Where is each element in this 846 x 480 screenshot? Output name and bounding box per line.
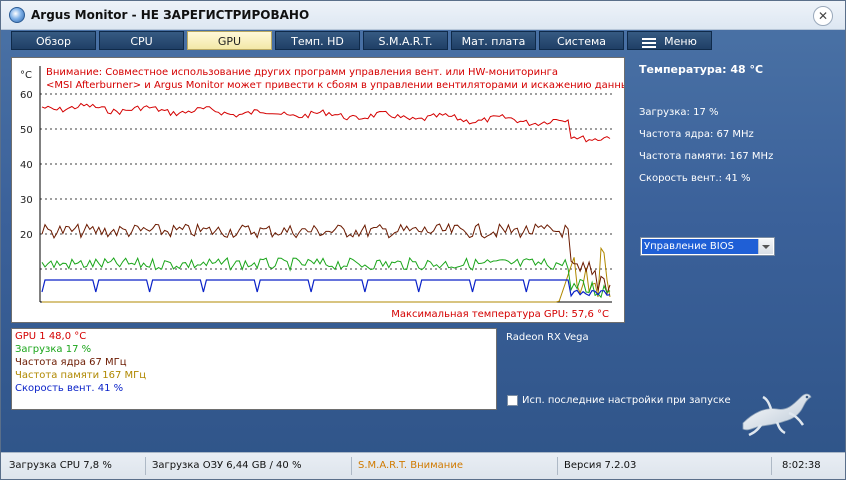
y-tick-50: 50 xyxy=(20,125,33,136)
warning-text-line1: Внимание: Совместное использование други… xyxy=(46,67,558,78)
status-bar: Загрузка CPU 7,8 % Загрузка ОЗУ 6,44 GB … xyxy=(1,452,845,479)
fan-control-selected: Управление BIOS xyxy=(642,239,758,254)
app-icon xyxy=(9,7,25,23)
legend-core-clock: Частота ядра 67 МГц xyxy=(15,357,127,368)
series-fan-speed xyxy=(41,279,611,298)
status-time: 8:02:38 xyxy=(771,457,843,475)
fan-speed-readout: Скорость вент.: 41 % xyxy=(639,173,751,184)
warning-text-line2: <MSI Afterburner> и Argus Monitor может … xyxy=(46,80,624,91)
tab-gpu[interactable]: GPU xyxy=(187,31,272,50)
dropdown-arrow-button[interactable] xyxy=(758,239,773,254)
series-memory-clock xyxy=(42,246,611,303)
tab-motherboard[interactable]: Мат. плата xyxy=(451,31,536,50)
core-clock-readout: Частота ядра: 67 MHz xyxy=(639,129,754,140)
use-last-settings-label[interactable]: Исп. последние настройки при запуске xyxy=(522,395,731,406)
title-bar[interactable]: Argus Monitor - НЕ ЗАРЕГИСТРИРОВАНО ✕ xyxy=(1,1,845,30)
y-tick-20: 20 xyxy=(20,230,33,241)
close-button[interactable]: ✕ xyxy=(813,6,833,26)
load-readout: Загрузка: 17 % xyxy=(639,107,719,118)
app-window: Argus Monitor - НЕ ЗАРЕГИСТРИРОВАНО ✕ Об… xyxy=(0,0,846,480)
tab-cpu[interactable]: CPU xyxy=(99,31,184,50)
series-temperature xyxy=(41,102,611,143)
tab-system[interactable]: Система xyxy=(539,31,624,50)
legend-fan-speed: Скорость вент. 41 % xyxy=(15,383,124,394)
fan-control-dropdown[interactable]: Управление BIOS xyxy=(640,237,775,256)
legend-box: GPU 1 48,0 °C Загрузка 17 % Частота ядра… xyxy=(11,328,497,410)
tab-smart[interactable]: S.M.A.R.T. xyxy=(363,31,448,50)
close-icon: ✕ xyxy=(817,9,829,23)
max-temp-label: Максимальная температура GPU: 57,6 °C xyxy=(391,309,609,320)
legend-memory-clock: Частота памяти 167 МГц xyxy=(15,370,147,381)
legend-load: Загрузка 17 % xyxy=(15,344,92,355)
tab-menu-label: Меню xyxy=(664,35,697,48)
status-smart-warning[interactable]: S.M.A.R.T. Внимание xyxy=(351,457,555,475)
series-core-clock xyxy=(41,222,611,296)
memory-clock-readout: Частота памяти: 167 MHz xyxy=(639,151,774,162)
use-last-settings-option: Исп. последние настройки при запуске xyxy=(507,395,731,406)
y-tick-60: 60 xyxy=(20,90,33,101)
main-tabs: Обзор CPU GPU Темп. HD S.M.A.R.T. Мат. п… xyxy=(11,31,712,51)
series-load xyxy=(41,256,611,299)
status-ram-load: Загрузка ОЗУ 6,44 GB / 40 % xyxy=(145,457,349,475)
tab-overview[interactable]: Обзор xyxy=(11,31,96,50)
use-last-settings-checkbox[interactable] xyxy=(507,395,518,406)
legend-temperature: GPU 1 48,0 °C xyxy=(15,331,87,342)
gecko-logo-icon xyxy=(742,393,812,437)
gpu-model-name: Radeon RX Vega xyxy=(506,332,589,343)
gpu-monitor-graph: °C 60 50 40 30 20 Внимание: Совместное и… xyxy=(20,66,624,320)
hamburger-icon xyxy=(642,37,657,48)
status-version: Версия 7.2.03 xyxy=(557,457,769,475)
graph-unit-label: °C xyxy=(20,70,32,81)
chevron-down-icon xyxy=(762,244,770,249)
status-cpu-load: Загрузка CPU 7,8 % xyxy=(9,460,112,471)
tab-menu[interactable]: Меню xyxy=(627,31,712,50)
gpu-graph-panel: °C 60 50 40 30 20 Внимание: Совместное и… xyxy=(11,57,625,323)
y-tick-40: 40 xyxy=(20,160,33,171)
temperature-readout: Температура: 48 °C xyxy=(639,63,764,76)
y-tick-30: 30 xyxy=(20,195,33,206)
window-title: Argus Monitor - НЕ ЗАРЕГИСТРИРОВАНО xyxy=(31,8,310,22)
tab-hd-temp[interactable]: Темп. HD xyxy=(275,31,360,50)
